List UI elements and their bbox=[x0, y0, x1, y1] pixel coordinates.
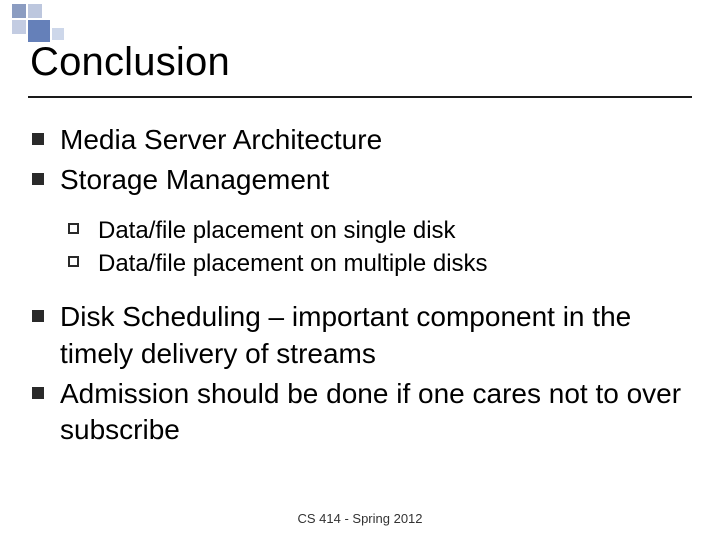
slide: Conclusion Media Server Architecture Sto… bbox=[0, 0, 720, 540]
corner-decoration bbox=[0, 0, 720, 36]
deco-square bbox=[52, 28, 64, 40]
slide-title: Conclusion bbox=[30, 40, 230, 85]
hollow-square-bullet-icon bbox=[68, 256, 79, 267]
deco-square bbox=[12, 20, 26, 34]
bullet-l1: Media Server Architecture bbox=[30, 122, 690, 158]
square-bullet-icon bbox=[32, 387, 44, 399]
bullet-text: Media Server Architecture bbox=[60, 124, 382, 155]
square-bullet-icon bbox=[32, 310, 44, 322]
bullet-l1: Admission should be done if one cares no… bbox=[30, 376, 690, 449]
bullet-text: Disk Scheduling – important component in… bbox=[60, 301, 631, 368]
bullet-l1: Disk Scheduling – important component in… bbox=[30, 299, 690, 372]
spacer bbox=[30, 281, 690, 295]
deco-square bbox=[28, 4, 42, 18]
deco-square bbox=[12, 4, 26, 18]
title-underline bbox=[28, 96, 692, 98]
hollow-square-bullet-icon bbox=[68, 223, 79, 234]
bullet-l1: Storage Management bbox=[30, 162, 690, 198]
bullet-text: Admission should be done if one cares no… bbox=[60, 378, 681, 445]
bullet-text: Storage Management bbox=[60, 164, 329, 195]
spacer bbox=[30, 203, 690, 213]
bullet-l2: Data/file placement on multiple disks bbox=[30, 248, 690, 279]
bullet-text: Data/file placement on multiple disks bbox=[98, 250, 488, 277]
slide-footer: CS 414 - Spring 2012 bbox=[0, 511, 720, 526]
bullet-l2: Data/file placement on single disk bbox=[30, 215, 690, 246]
square-bullet-icon bbox=[32, 173, 44, 185]
bullet-text: Data/file placement on single disk bbox=[98, 217, 456, 244]
deco-square bbox=[28, 20, 50, 42]
slide-content: Media Server Architecture Storage Manage… bbox=[30, 118, 690, 453]
square-bullet-icon bbox=[32, 133, 44, 145]
